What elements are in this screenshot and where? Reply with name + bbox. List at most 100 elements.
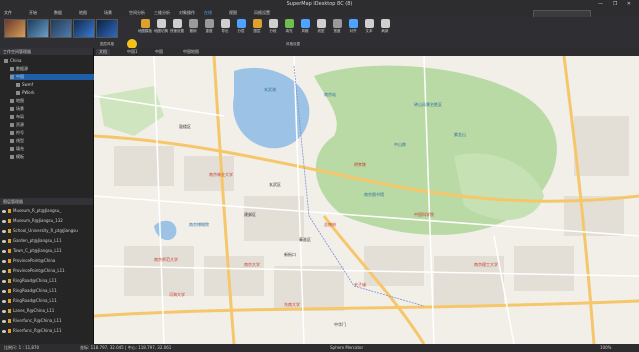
tree-node[interactable]: 线型 — [10, 138, 24, 144]
visibility-icon[interactable] — [2, 279, 6, 283]
menu-item[interactable]: 视图 — [229, 10, 237, 16]
map-tab[interactable]: 文档 — [96, 49, 110, 55]
window-controls[interactable]: — ❐ ✕ — [598, 1, 635, 7]
ribbon-button[interactable]: 宽度 — [330, 19, 344, 34]
map-view[interactable]: 鼓楼区 玄武区 秦淮区 建邺区 南京林业大学 东南大学 南京大学 南京博物院 钟山风景名胜区 中山… — [94, 56, 639, 344]
tree-node[interactable]: 中国 — [10, 74, 94, 80]
menu-item[interactable]: 对象操作 — [179, 10, 195, 16]
map-tab[interactable]: 中国 — [152, 49, 166, 55]
visibility-icon[interactable] — [2, 219, 6, 223]
layer-row[interactable]: RingRoad@China_L11 — [2, 298, 91, 305]
tree-node[interactable]: 符号 — [10, 130, 24, 136]
tree-node[interactable]: PWork — [16, 90, 35, 96]
layer-row[interactable]: Museum_R@Jiangsu_132 — [2, 218, 91, 225]
layer-row[interactable]: Lanes_R@China_L11 — [2, 308, 91, 315]
ribbon-button[interactable]: 风格 — [298, 19, 312, 34]
tree-node[interactable]: 填充 — [10, 146, 24, 152]
tree-node-label: China — [10, 58, 22, 63]
lock-icon[interactable] — [8, 229, 11, 233]
map-tab[interactable]: 中国地图 — [180, 49, 202, 55]
layer-row[interactable]: Riverfunc_R@China_L11 — [2, 328, 91, 335]
visibility-icon[interactable] — [2, 319, 6, 323]
map-thumbnail-1[interactable] — [4, 19, 26, 38]
visibility-icon[interactable] — [2, 259, 6, 263]
map-thumbnail-2[interactable] — [27, 19, 49, 38]
visibility-icon[interactable] — [2, 239, 6, 243]
menu-item[interactable]: 风格设置 — [254, 10, 270, 16]
ribbon-button[interactable]: 填充 — [282, 19, 296, 34]
map-label: 河海大学 — [169, 291, 185, 297]
visibility-icon[interactable] — [2, 269, 6, 273]
layer-row[interactable]: ProvincePoint@China — [2, 258, 91, 265]
map-thumbnail-5[interactable] — [96, 19, 118, 38]
ribbon-button[interactable]: 导出 — [218, 19, 232, 34]
tree-node[interactable]: 模板 — [10, 154, 24, 160]
ribbon-button[interactable]: 文本 — [362, 19, 376, 34]
ribbon-button[interactable]: 撤销 — [186, 19, 200, 34]
lock-icon[interactable] — [8, 299, 11, 303]
ribbon-button[interactable]: 对齐 — [346, 19, 360, 34]
tree-node[interactable]: China — [4, 58, 21, 64]
folder-icon — [10, 139, 14, 143]
visibility-icon[interactable] — [2, 309, 6, 313]
layer-row[interactable]: Riverfunc_R@China_L11 — [2, 318, 91, 325]
tree-node[interactable]: 布局 — [10, 114, 24, 120]
ribbon-button[interactable]: 分层 — [234, 19, 248, 34]
layer-row[interactable]: Town_C_pt@Jiangsu_L11 — [2, 248, 91, 255]
tree-node[interactable]: Swmf — [16, 82, 33, 88]
lock-icon[interactable] — [8, 289, 11, 293]
map-thumbnail-3[interactable] — [50, 19, 72, 38]
layer-row[interactable]: RingRoad@China_L11 — [2, 278, 91, 285]
menu-item[interactable]: 开始 — [29, 10, 37, 16]
map-canvas[interactable]: 鼓楼区玄武区秦淮区 建邺区 南京林业大学东南大学 南京大学 南京博物院 钟山风景名胜区中山… — [94, 56, 639, 344]
lock-icon[interactable] — [8, 309, 11, 313]
ribbon-button[interactable]: 重做 — [202, 19, 216, 34]
ribbon-button[interactable]: 分段 — [266, 19, 280, 34]
menu-item[interactable]: 空间分析 — [129, 10, 145, 16]
visibility-icon[interactable] — [2, 249, 6, 253]
lock-icon[interactable] — [8, 319, 11, 323]
lock-icon[interactable] — [8, 239, 11, 243]
ribbon-button[interactable]: 地图切换 — [154, 19, 168, 34]
ribbon-button-label: 对齐 — [349, 29, 357, 33]
tree-node[interactable]: 资源 — [10, 122, 24, 128]
visibility-icon[interactable] — [2, 209, 6, 213]
menu-item[interactable]: 文件 — [4, 10, 12, 16]
lock-icon[interactable] — [8, 209, 11, 213]
lock-icon[interactable] — [8, 219, 11, 223]
layer-row[interactable]: Museum_R_pt@Jiangsu_ — [2, 208, 91, 215]
tree-node[interactable]: 数据源 — [10, 66, 28, 72]
layer-row[interactable]: School_University_R_pt@Jiangsu — [2, 228, 91, 235]
menu-item[interactable]: 场景 — [104, 10, 112, 16]
ribbon-button[interactable]: 快速设置 — [170, 19, 184, 34]
ribbon-button-label: 快速设置 — [170, 29, 184, 33]
menu-item[interactable]: 地图 — [79, 10, 87, 16]
visibility-icon[interactable] — [2, 229, 6, 233]
lock-icon[interactable] — [8, 329, 11, 333]
lock-icon[interactable] — [8, 259, 11, 263]
tree-node[interactable]: 地图 — [10, 98, 24, 104]
layer-row[interactable]: RingRoad@China_L11 — [2, 288, 91, 295]
layer-name: Riverfunc_R@China_L11 — [13, 328, 62, 333]
folder-icon — [10, 115, 14, 119]
lock-icon[interactable] — [8, 279, 11, 283]
visibility-icon[interactable] — [2, 289, 6, 293]
lock-icon[interactable] — [8, 269, 11, 273]
layer-row[interactable]: Garden_pt@Jiangsu_L11 — [2, 238, 91, 245]
ribbon-button[interactable]: 刷新 — [378, 19, 392, 34]
menu-item[interactable]: 在线 — [204, 10, 212, 16]
ribbon-button[interactable]: 线型 — [314, 19, 328, 34]
visibility-icon[interactable] — [2, 329, 6, 333]
layer-name: Museum_R_pt@Jiangsu_ — [13, 208, 62, 213]
layer-row[interactable]: ProvincePoint@China_L11 — [2, 268, 91, 275]
menu-item[interactable]: 数据 — [54, 10, 62, 16]
visibility-icon[interactable] — [2, 299, 6, 303]
map-tab[interactable]: 中国1 — [124, 49, 141, 55]
lock-icon[interactable] — [8, 249, 11, 253]
ribbon-button[interactable]: 图层 — [250, 19, 264, 34]
menu-item[interactable]: 三维分析 — [154, 10, 170, 16]
map-thumbnail-4[interactable] — [73, 19, 95, 38]
tree-node[interactable]: 场景 — [10, 106, 24, 112]
ribbon-button-label: 分段 — [269, 29, 277, 33]
ribbon-button[interactable]: 地图模板 — [138, 19, 152, 34]
